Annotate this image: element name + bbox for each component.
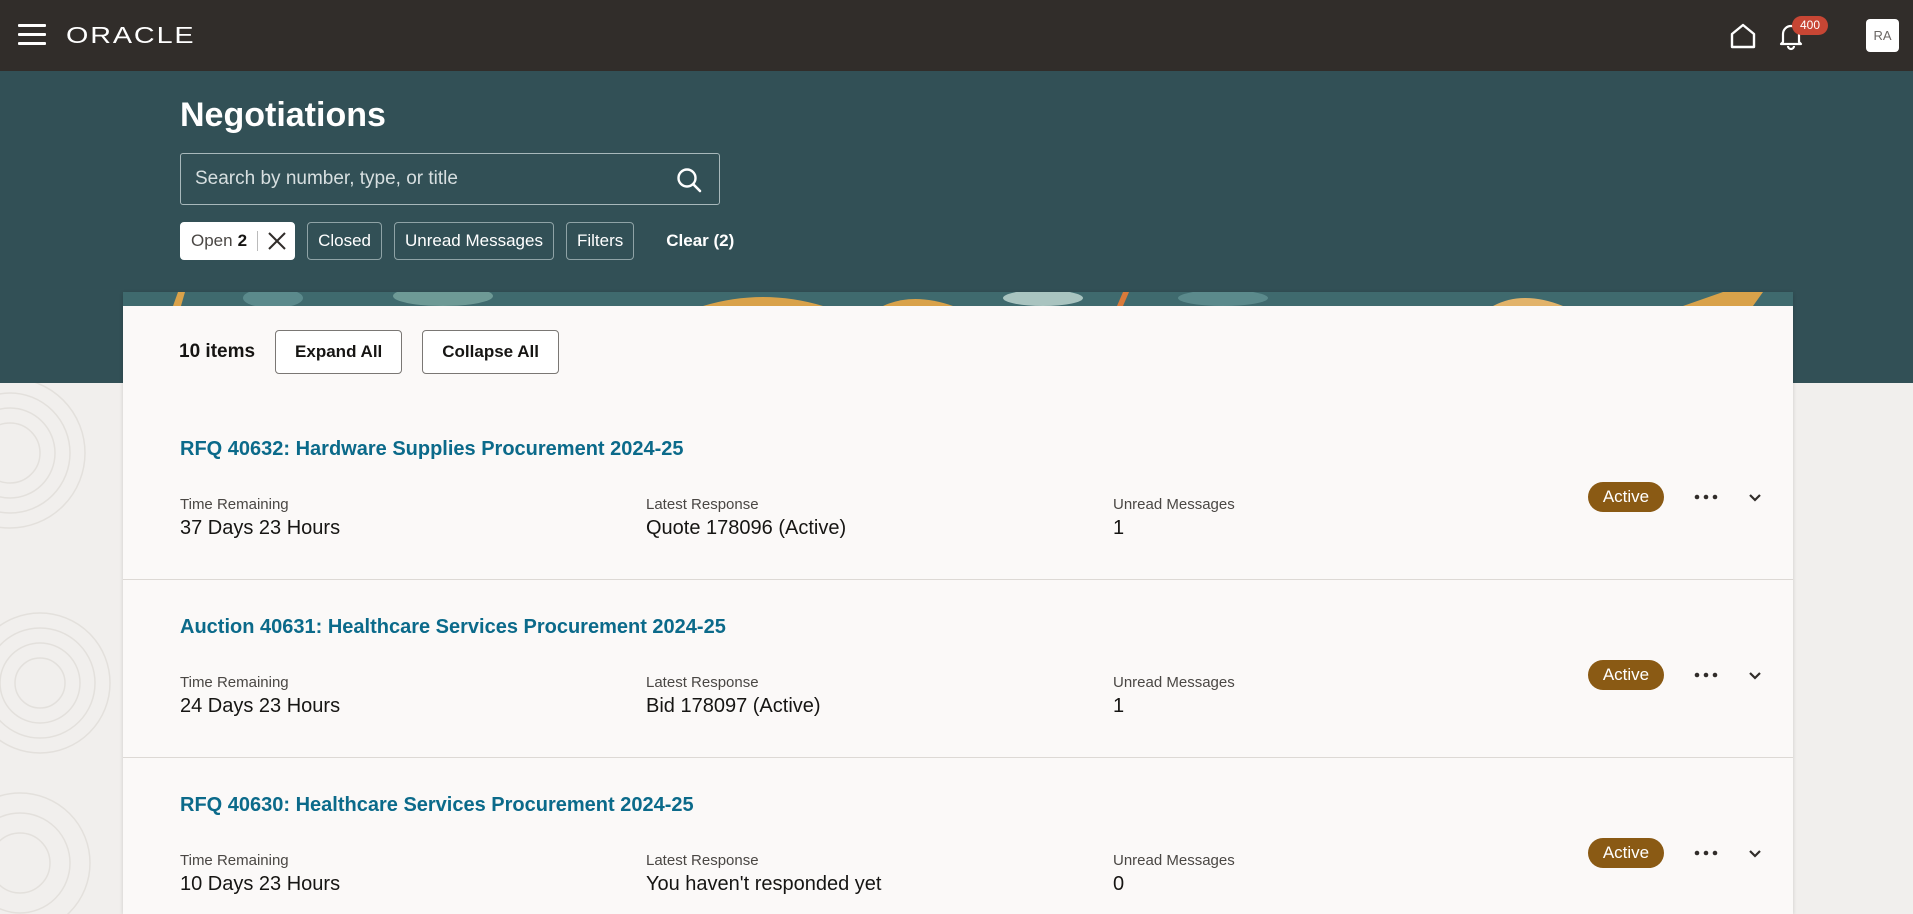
- time-remaining-label: Time Remaining: [180, 852, 289, 869]
- unread-messages-field: Unread Messages 1: [1113, 496, 1235, 540]
- clear-filters-link[interactable]: Clear (2): [666, 222, 734, 260]
- collapse-all-button[interactable]: Collapse All: [422, 330, 559, 374]
- unread-messages-value: 1: [1113, 517, 1125, 539]
- negotiations-list-card: 10 items Expand All Collapse All RFQ 406…: [123, 292, 1793, 914]
- oracle-logo[interactable]: ORACLE: [66, 22, 195, 49]
- latest-response-value: Quote 178096 (Active): [646, 517, 847, 539]
- search-input[interactable]: [195, 154, 665, 204]
- chip-divider: [257, 231, 259, 251]
- filter-chip-open-count: 2: [237, 231, 248, 250]
- unread-messages-field: Unread Messages 1: [1113, 674, 1235, 718]
- more-actions-icon[interactable]: [1691, 838, 1721, 868]
- notification-badge: 400: [1792, 16, 1828, 35]
- time-remaining-field: Time Remaining 24 Days 23 Hours: [180, 674, 340, 718]
- status-badge: Active: [1588, 660, 1664, 690]
- time-remaining-label: Time Remaining: [180, 496, 289, 513]
- avatar[interactable]: RA: [1866, 19, 1899, 52]
- filter-chip-unread-messages[interactable]: Unread Messages: [393, 222, 554, 260]
- latest-response-field: Latest Response You haven't responded ye…: [646, 852, 882, 896]
- time-remaining-field: Time Remaining 10 Days 23 Hours: [180, 852, 340, 896]
- filter-chip-open-label: Open: [191, 231, 233, 250]
- time-remaining-value: 24 Days 23 Hours: [180, 695, 341, 717]
- filter-chip-closed[interactable]: Closed: [307, 222, 382, 260]
- menu-icon[interactable]: [18, 24, 46, 46]
- latest-response-label: Latest Response: [646, 496, 759, 513]
- background-pattern: [0, 383, 111, 914]
- top-bar: ORACLE 400 RA: [0, 0, 1913, 71]
- time-remaining-value: 37 Days 23 Hours: [180, 517, 341, 539]
- filter-chips: Open 2 Closed Unread Messages Filters Cl…: [180, 222, 734, 260]
- list-item: RFQ 40632: Hardware Supplies Procurement…: [123, 402, 1793, 580]
- status-badge: Active: [1588, 482, 1664, 512]
- more-actions-icon[interactable]: [1691, 660, 1721, 690]
- list-item: RFQ 40630: Healthcare Services Procureme…: [123, 758, 1793, 914]
- negotiation-title-link[interactable]: RFQ 40632: Hardware Supplies Procurement…: [180, 438, 684, 461]
- latest-response-field: Latest Response Bid 178097 (Active): [646, 674, 821, 718]
- negotiation-title-link[interactable]: Auction 40631: Healthcare Services Procu…: [180, 616, 726, 639]
- latest-response-label: Latest Response: [646, 852, 759, 869]
- negotiation-title-link[interactable]: RFQ 40630: Healthcare Services Procureme…: [180, 794, 694, 817]
- search-icon[interactable]: [675, 166, 703, 194]
- filter-chip-open[interactable]: Open 2: [180, 222, 296, 260]
- card-banner-pattern: [123, 292, 1793, 306]
- search-box: [180, 153, 720, 205]
- list-toolbar: 10 items Expand All Collapse All: [179, 330, 579, 374]
- items-count: 10 items: [179, 341, 256, 362]
- unread-messages-label: Unread Messages: [1113, 852, 1235, 869]
- chevron-down-icon[interactable]: [1742, 484, 1768, 510]
- chevron-down-icon[interactable]: [1742, 662, 1768, 688]
- page-title: Negotiations: [180, 96, 386, 134]
- unread-messages-field: Unread Messages 0: [1113, 852, 1235, 896]
- unread-messages-label: Unread Messages: [1113, 674, 1235, 691]
- time-remaining-label: Time Remaining: [180, 674, 289, 691]
- close-icon[interactable]: [266, 230, 288, 252]
- filters-button[interactable]: Filters: [565, 222, 635, 260]
- expand-all-button[interactable]: Expand All: [275, 330, 403, 374]
- latest-response-value: You haven't responded yet: [646, 873, 882, 895]
- home-icon[interactable]: [1728, 21, 1758, 51]
- unread-messages-value: 1: [1113, 695, 1125, 717]
- time-remaining-value: 10 Days 23 Hours: [180, 873, 341, 895]
- time-remaining-field: Time Remaining 37 Days 23 Hours: [180, 496, 340, 540]
- unread-messages-label: Unread Messages: [1113, 496, 1235, 513]
- list-item: Auction 40631: Healthcare Services Procu…: [123, 580, 1793, 758]
- unread-messages-value: 0: [1113, 873, 1125, 895]
- more-actions-icon[interactable]: [1691, 482, 1721, 512]
- latest-response-field: Latest Response Quote 178096 (Active): [646, 496, 846, 540]
- chevron-down-icon[interactable]: [1742, 840, 1768, 866]
- status-badge: Active: [1588, 838, 1664, 868]
- latest-response-value: Bid 178097 (Active): [646, 695, 821, 717]
- latest-response-label: Latest Response: [646, 674, 759, 691]
